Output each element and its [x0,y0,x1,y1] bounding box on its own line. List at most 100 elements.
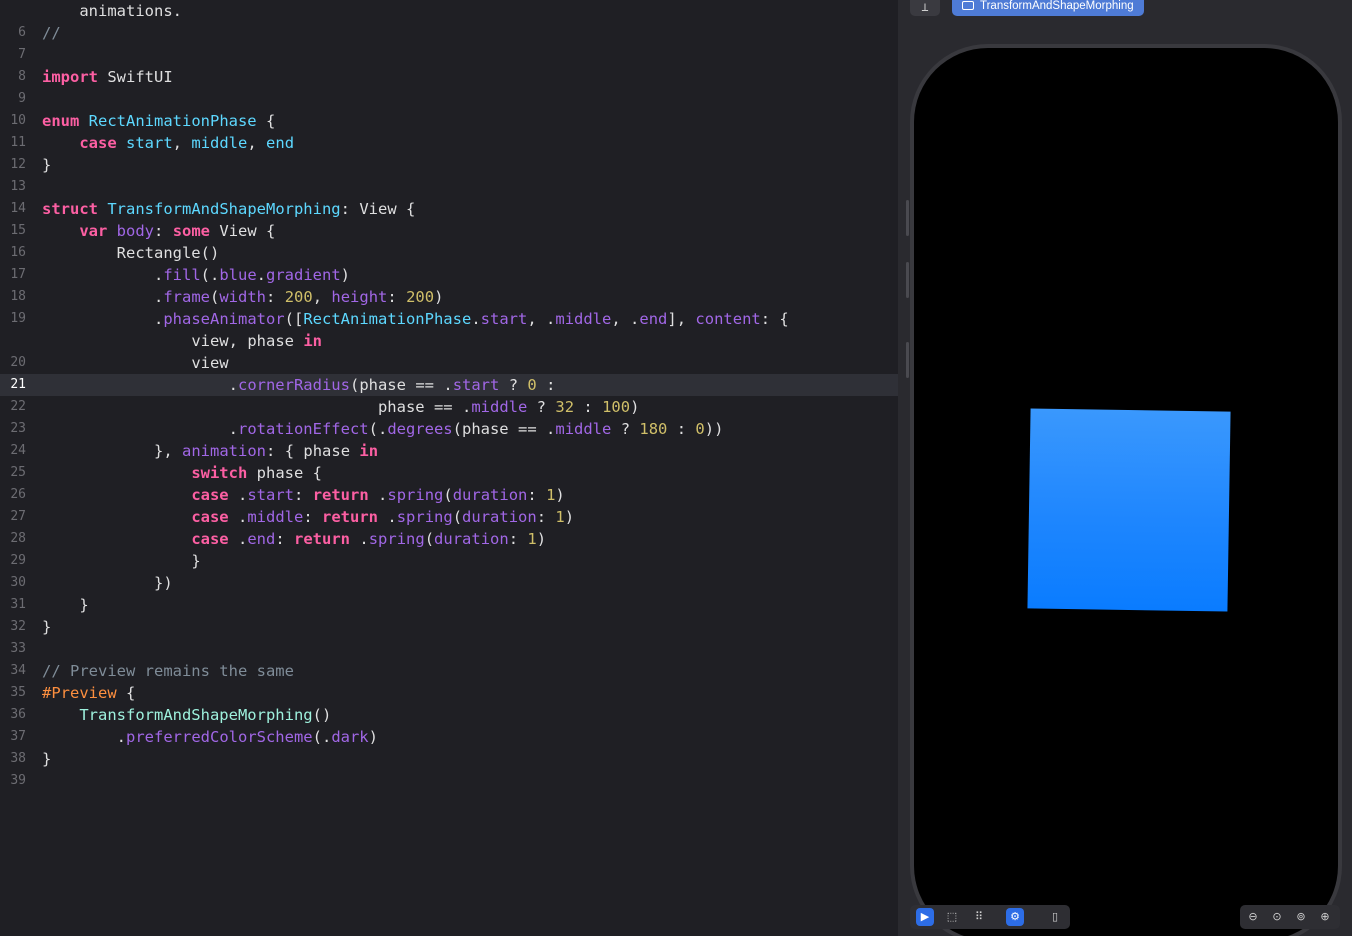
code-line[interactable]: 28 case .end: return .spring(duration: 1… [0,528,898,550]
line-number: 20 [10,355,26,370]
pin-button[interactable]: ⊥ [910,0,940,16]
code-line[interactable]: 17 .fill(.blue.gradient) [0,264,898,286]
line-number: 31 [10,597,26,612]
zoom-out-button[interactable]: ⊖ [1244,908,1262,926]
code-line[interactable]: 39 [0,770,898,792]
line-number: 7 [18,47,26,62]
code-text: .rotationEffect(.degrees(phase == .middl… [228,420,724,438]
code-text: } [42,156,52,174]
code-line[interactable]: 11 case start, middle, end [0,132,898,154]
code-text: // Preview remains the same [42,662,294,680]
zoom-actual-button[interactable]: ⊚ [1292,908,1310,926]
code-text: view, phase in [191,332,323,350]
code-line[interactable]: 34 // Preview remains the same [0,660,898,682]
line-number: 21 [10,377,26,392]
line-number: 25 [10,465,26,480]
code-line[interactable]: 36 TransformAndShapeMorphing() [0,704,898,726]
device-button[interactable]: ▯ [1046,908,1064,926]
code-line[interactable]: 23 .rotationEffect(.degrees(phase == .mi… [0,418,898,440]
line-number: 13 [10,179,26,194]
line-number: 18 [10,289,26,304]
code-line[interactable]: 33 [0,638,898,660]
line-number: 17 [10,267,26,282]
code-line[interactable]: 19 .phaseAnimator([RectAnimationPhase.st… [0,308,898,330]
zoom-controls: ⊖ ⊙ ⊚ ⊕ [1240,905,1340,929]
code-line[interactable]: 35 #Preview { [0,682,898,704]
code-line[interactable]: 21 .cornerRadius(phase == .start ? 0 : [0,374,898,396]
code-line[interactable]: 10 enum RectAnimationPhase { [0,110,898,132]
code-line[interactable]: 8 import SwiftUI [0,66,898,88]
code-text: .preferredColorScheme(.dark) [116,728,378,746]
line-number: 10 [10,113,26,128]
code-line[interactable]: 18 .frame(width: 200, height: 200) [0,286,898,308]
code-line[interactable]: 32} [0,616,898,638]
code-line[interactable]: 9 [0,88,898,110]
code-text: #Preview { [42,684,136,702]
grid-icon: ⠿ [974,910,984,923]
code-line[interactable]: 27 case .middle: return .spring(duration… [0,506,898,528]
code-text: } [42,750,52,768]
code-line[interactable]: 31 } [0,594,898,616]
code-line[interactable]: 14 struct TransformAndShapeMorphing: View… [0,198,898,220]
toggle-settings-icon: ⚙ [1010,910,1020,923]
code-text: // [42,24,61,42]
canvas-mode-controls: ▶ ⬚ ⠿ ⚙ ▯ [910,905,1070,929]
line-number: 15 [10,223,26,238]
code-text: struct TransformAndShapeMorphing: View { [42,200,416,218]
code-editor[interactable]: animations. 6 // 7 8 import SwiftUI 9 10 enum Re… [0,0,898,936]
code-line[interactable]: 30 }) [0,572,898,594]
code-text: .cornerRadius(phase == .start ? 0 : [228,376,556,394]
code-line[interactable]: view, phase in [0,330,898,352]
zoom-fit-button[interactable]: ⊙ [1268,908,1286,926]
selectable-mode-button[interactable]: ⬚ [943,908,961,926]
line-number: 6 [18,25,26,40]
code-line[interactable]: animations. [0,0,898,22]
code-text: } [79,596,89,614]
line-number: 36 [10,707,26,722]
line-number: 30 [10,575,26,590]
resize-handle[interactable] [906,342,909,378]
code-line[interactable]: 12} [0,154,898,176]
device-screen [914,48,1338,936]
preview-tab[interactable]: TransformAndShapeMorphing [952,0,1144,16]
line-number: 38 [10,751,26,766]
preview-window-icon [962,1,974,10]
code-line[interactable]: 13 [0,176,898,198]
device-settings-button[interactable]: ⚙ [1006,908,1024,926]
code-text: TransformAndShapeMorphing() [79,706,332,724]
code-text: Rectangle() [116,244,220,262]
code-line[interactable]: 24 }, animation: { phase in [0,440,898,462]
code-text: animations. [79,2,182,20]
resize-handle[interactable] [906,200,909,236]
canvas-preview-pane: ⊥ TransformAndShapeMorphing ▶ ⬚ ⠿ ⚙ ▯ ⊖ ⊙ ⊚ ⊕ [898,0,1352,936]
zoom-in-button[interactable]: ⊕ [1316,908,1334,926]
code-line[interactable]: 6 // [0,22,898,44]
line-number: 26 [10,487,26,502]
code-text: import SwiftUI [42,68,173,86]
live-mode-button[interactable]: ▶ [916,908,934,926]
code-text: } [191,552,201,570]
preview-tab-label: TransformAndShapeMorphing [980,0,1134,12]
code-line[interactable]: 26 case .start: return .spring(duration:… [0,484,898,506]
pin-icon: ⊥ [921,0,929,14]
code-line[interactable]: 25 switch phase { [0,462,898,484]
line-number: 9 [18,91,26,106]
code-line[interactable]: 38} [0,748,898,770]
line-number: 37 [10,729,26,744]
code-line[interactable]: 16 Rectangle() [0,242,898,264]
code-line[interactable]: 7 [0,44,898,66]
code-line[interactable]: 37 .preferredColorScheme(.dark) [0,726,898,748]
line-number: 29 [10,553,26,568]
line-number: 8 [18,69,26,84]
resize-handle[interactable] [906,262,909,298]
code-line[interactable]: 15 var body: some View { [0,220,898,242]
code-line[interactable]: 29 } [0,550,898,572]
code-text: }) [153,574,173,592]
zoom-out-icon: ⊖ [1248,910,1258,923]
code-line[interactable]: 22 phase == .middle ? 32 : 100) [0,396,898,418]
code-line[interactable]: 20 view [0,352,898,374]
line-number: 16 [10,245,26,260]
xcode-window: animations. 6 // 7 8 import SwiftUI 9 10 enum Re… [0,0,1352,936]
line-number: 33 [10,641,26,656]
variants-button[interactable]: ⠿ [970,908,988,926]
